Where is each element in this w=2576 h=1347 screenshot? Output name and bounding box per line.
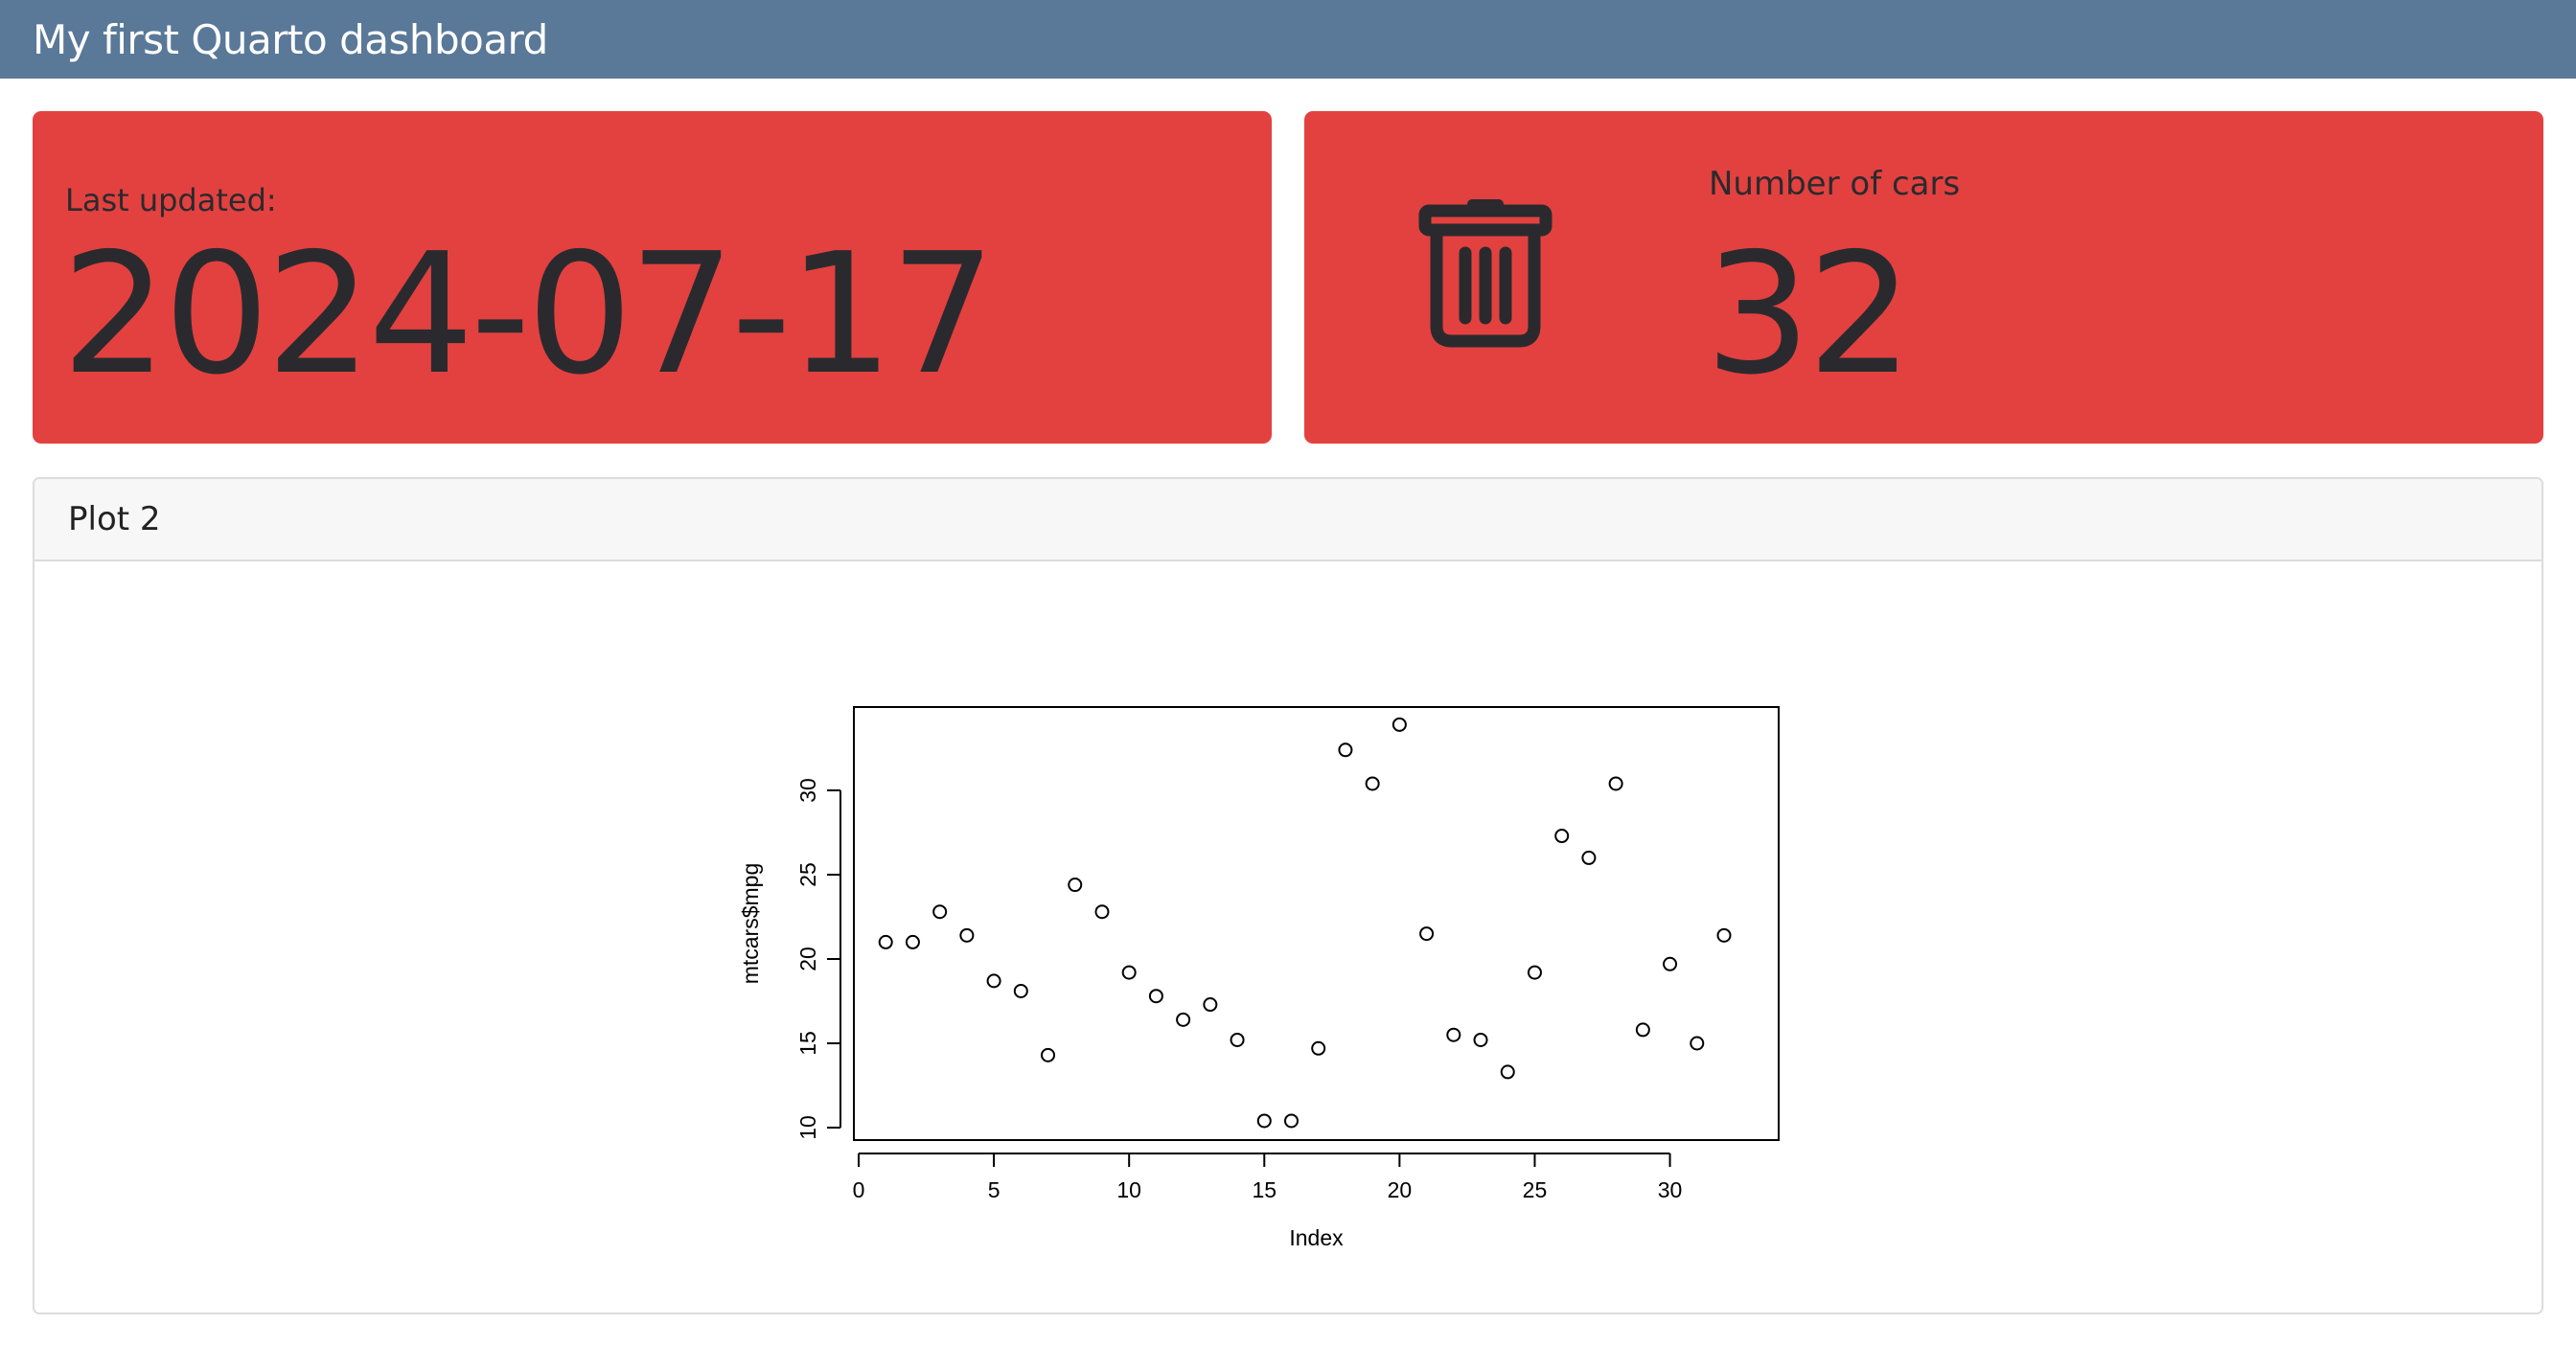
value-box-label: Number of cars bbox=[1709, 165, 1961, 203]
scatter-plot: 0 5 10 15 20 25 30 10 15 20 25 30 Index mtcars$mpg bbox=[738, 706, 1780, 1250]
plot-card: Plot 2 0 5 10 15 20 25 30 10 15 20 25 30 Index mtcars… bbox=[33, 477, 2543, 1314]
data-point bbox=[1203, 997, 1218, 1013]
y-tick-label: 20 bbox=[795, 947, 820, 971]
data-point bbox=[932, 904, 948, 920]
x-tick-label: 10 bbox=[1116, 1177, 1141, 1202]
data-point bbox=[1635, 1022, 1650, 1038]
data-point bbox=[1365, 776, 1380, 791]
data-point bbox=[905, 934, 920, 949]
data-point bbox=[1554, 829, 1570, 844]
data-point bbox=[1473, 1032, 1488, 1047]
data-point bbox=[1690, 1036, 1705, 1051]
y-tick-label: 15 bbox=[795, 1031, 820, 1056]
data-point bbox=[1663, 956, 1678, 971]
data-point bbox=[1148, 989, 1163, 1004]
y-tick-label: 10 bbox=[795, 1115, 820, 1140]
dashboard-title[interactable]: My first Quarto dashboard bbox=[33, 16, 548, 63]
x-tick-label: 5 bbox=[988, 1177, 1000, 1202]
y-axis-label: mtcars$mpg bbox=[738, 863, 763, 985]
value-box-value: 2024-07-17 bbox=[61, 217, 996, 412]
y-tick-label: 25 bbox=[795, 862, 820, 887]
value-box-label: Last updated: bbox=[65, 182, 277, 218]
data-point bbox=[878, 934, 893, 949]
data-point bbox=[1419, 926, 1435, 942]
data-point bbox=[1500, 1064, 1515, 1080]
data-point bbox=[986, 973, 1001, 989]
trash-icon bbox=[1418, 199, 1552, 348]
data-point bbox=[1176, 1012, 1191, 1027]
data-point bbox=[1716, 927, 1732, 943]
x-tick-label: 0 bbox=[853, 1177, 865, 1202]
value-box-last-updated: Last updated: 2024-07-17 bbox=[33, 111, 1272, 444]
plot-frame bbox=[853, 706, 1780, 1141]
data-point bbox=[1392, 717, 1407, 732]
data-point bbox=[1068, 878, 1083, 893]
y-tick-label: 30 bbox=[795, 778, 820, 803]
data-point bbox=[1608, 776, 1623, 791]
data-point bbox=[1338, 742, 1353, 758]
data-point bbox=[1230, 1032, 1245, 1047]
value-box-number-of-cars: Number of cars 32 bbox=[1304, 111, 2543, 444]
data-point bbox=[1311, 1040, 1326, 1056]
data-point bbox=[1013, 983, 1028, 998]
data-point bbox=[1284, 1113, 1299, 1129]
data-point bbox=[1527, 965, 1542, 980]
x-tick-label: 25 bbox=[1523, 1177, 1548, 1202]
x-tick-label: 15 bbox=[1252, 1177, 1276, 1202]
data-point bbox=[959, 927, 975, 943]
value-box-value: 32 bbox=[1705, 217, 1913, 412]
x-tick-label: 20 bbox=[1388, 1177, 1413, 1202]
data-point bbox=[1446, 1027, 1461, 1042]
data-point bbox=[1581, 850, 1597, 865]
data-point bbox=[1041, 1047, 1056, 1062]
navbar: My first Quarto dashboard bbox=[0, 0, 2576, 79]
data-point bbox=[1121, 965, 1137, 980]
x-tick-label: 30 bbox=[1658, 1177, 1683, 1202]
x-axis-label: Index bbox=[1289, 1225, 1344, 1250]
data-point bbox=[1256, 1113, 1272, 1129]
data-point bbox=[1094, 904, 1110, 920]
